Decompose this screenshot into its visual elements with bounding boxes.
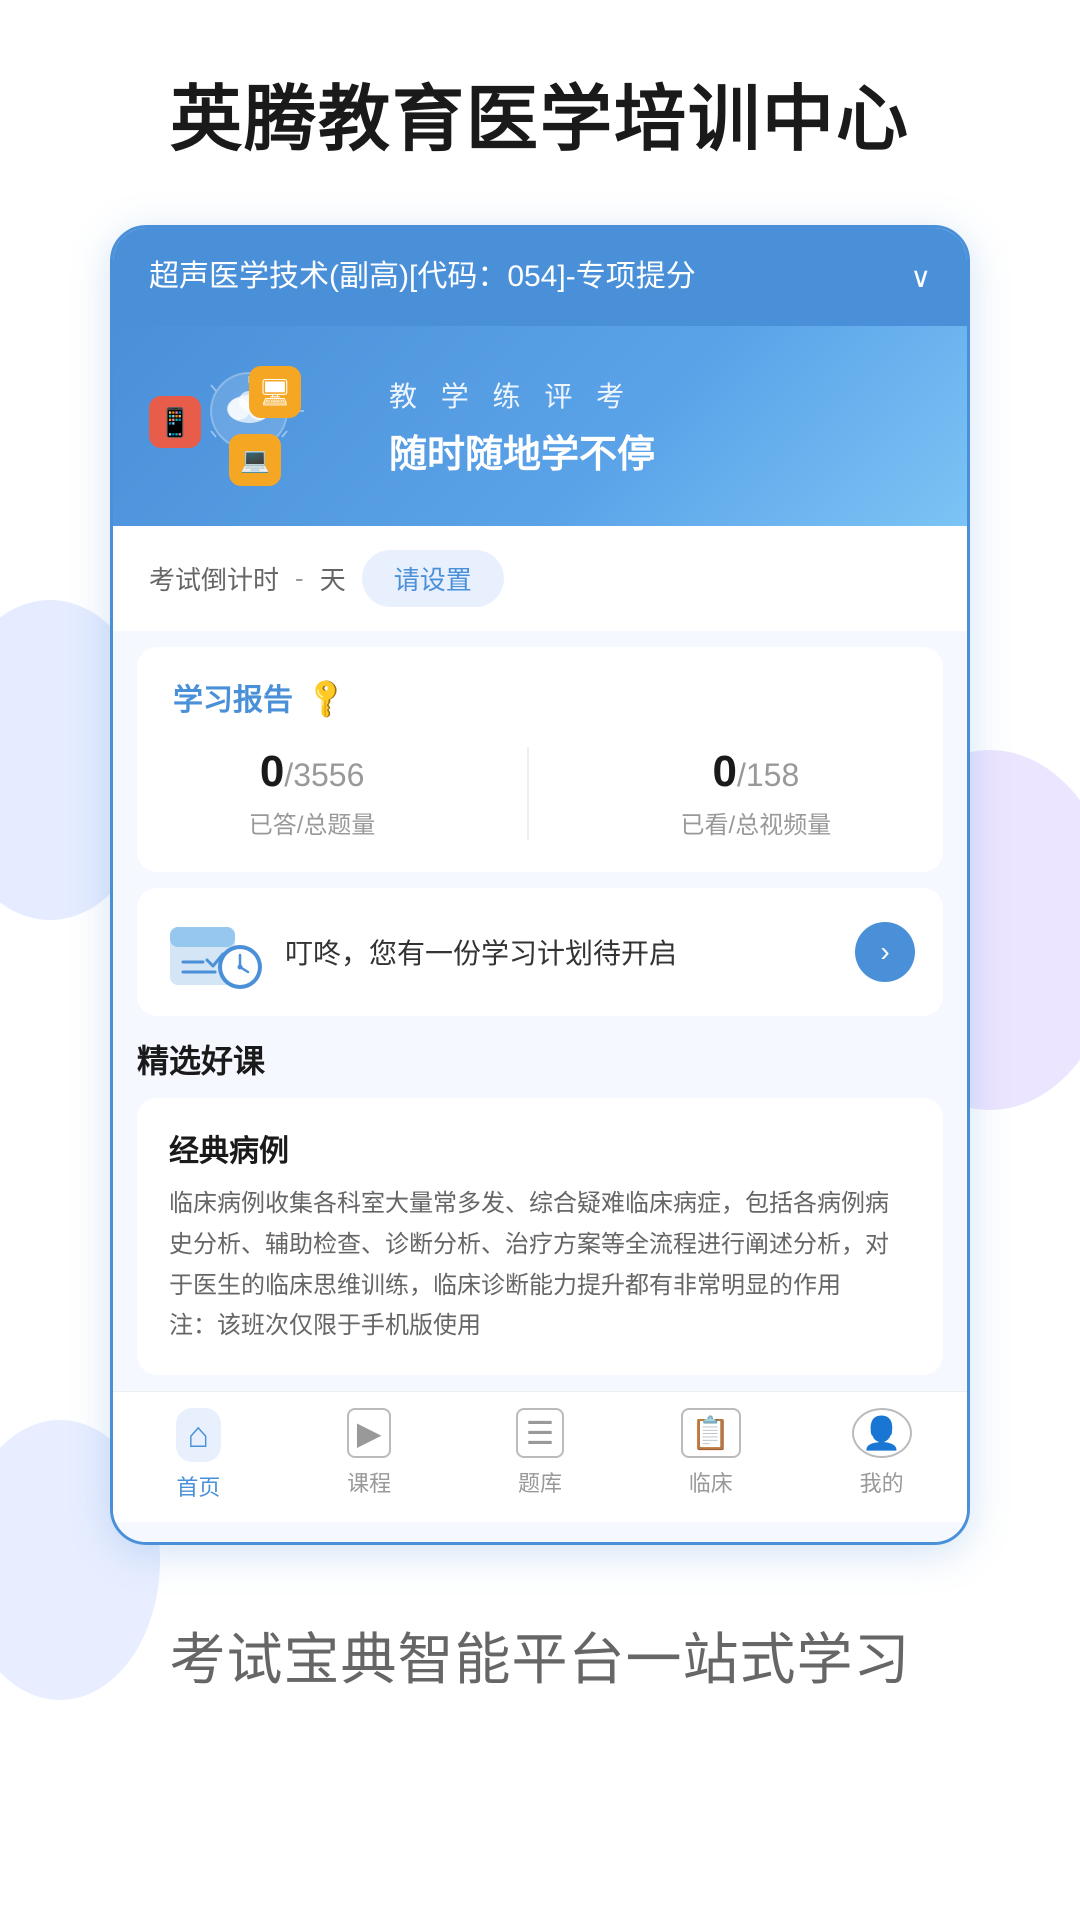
plan-icon-area [165, 912, 265, 992]
bottom-nav: ⌂ 首页 ▶ 课程 ☰ 题库 📋 临床 👤 [113, 1391, 967, 1522]
total-videos: /158 [737, 757, 799, 793]
plan-arrow-button[interactable]: › [855, 922, 915, 982]
plan-text: 叮咚，您有一份学习计划待开启 [285, 932, 835, 972]
nav-label-clinical: 临床 [689, 1466, 733, 1498]
nav-label-profile: 我的 [860, 1466, 904, 1498]
nav-label-questions: 题库 [518, 1466, 562, 1498]
banner-icons-area: 📱 🖥 💻 [149, 366, 369, 486]
nav-item-course[interactable]: ▶ 课程 [319, 1408, 419, 1502]
course-card[interactable]: 经典病例 临床病例收集各科室大量常多发、综合疑难临床病症，包括各病例病史分析、辅… [137, 1098, 943, 1375]
featured-section: 精选好课 经典病例 临床病例收集各科室大量常多发、综合疑难临床病症，包括各病例病… [137, 1036, 943, 1375]
countdown-bar: 考试倒计时 - 天 请设置 [113, 526, 967, 631]
bottom-tagline: 考试宝典智能平台一站式学习 [170, 1615, 911, 1696]
page-title: 英腾教育医学培训中心 [170, 60, 910, 165]
banner-subtitle: 教 学 练 评 考 [389, 375, 931, 415]
answered-count: 0 [260, 747, 284, 796]
course-name: 经典病例 [169, 1126, 911, 1170]
study-plan-card[interactable]: 叮咚，您有一份学习计划待开启 › [137, 888, 943, 1016]
total-questions: /3556 [284, 757, 364, 793]
app-content: 考试倒计时 - 天 请设置 学习报告 🔑 0/3556 已答/总 [113, 526, 967, 1542]
watched-count: 0 [712, 747, 736, 796]
featured-title: 精选好课 [137, 1036, 943, 1082]
stat-divider [527, 747, 529, 840]
banner-icon-laptop: 💻 [229, 434, 281, 486]
countdown-tian: 天 [320, 560, 346, 597]
list-icon: ☰ [516, 1408, 565, 1458]
videos-label: 已看/总视频量 [681, 805, 832, 840]
nav-item-clinical[interactable]: 📋 临床 [661, 1408, 761, 1502]
nav-item-profile[interactable]: 👤 我的 [832, 1408, 932, 1502]
questions-label: 已答/总题量 [249, 805, 376, 840]
app-banner: 📱 🖥 💻 教 学 练 评 考 随时随地学不停 [113, 326, 967, 526]
home-icon: ⌂ [188, 1414, 210, 1455]
banner-icon-tablet: 📱 [149, 396, 201, 448]
banner-icon-monitor: 🖥 [249, 366, 301, 418]
calendar-clock-icon [165, 912, 265, 992]
play-icon: ▶ [347, 1408, 392, 1458]
study-report-title: 学习报告 [173, 675, 293, 719]
nav-item-home[interactable]: ⌂ 首页 [148, 1408, 248, 1502]
chevron-down-icon: ∨ [911, 261, 932, 294]
phone-mockup: 超声医学技术(副高)[代码：054]-专项提分 ∨ [110, 225, 970, 1545]
user-icon: 👤 [852, 1408, 912, 1458]
course-description: 临床病例收集各科室大量常多发、综合疑难临床病症，包括各病例病史分析、辅助检查、诊… [169, 1184, 911, 1347]
study-report-card: 学习报告 🔑 0/3556 已答/总题量 0/158 [137, 647, 943, 872]
banner-text-area: 教 学 练 评 考 随时随地学不停 [389, 375, 931, 478]
clipboard-icon: 📋 [681, 1408, 741, 1458]
home-icon-bg: ⌂ [176, 1408, 222, 1462]
key-icon: 🔑 [302, 673, 350, 721]
study-report-header: 学习报告 🔑 [173, 675, 907, 719]
app-header-title: 超声医学技术(副高)[代码：054]-专项提分 [149, 256, 895, 298]
countdown-set-button[interactable]: 请设置 [362, 550, 504, 607]
videos-stat: 0/158 已看/总视频量 [681, 747, 832, 840]
app-header[interactable]: 超声医学技术(副高)[代码：054]-专项提分 ∨ [113, 228, 967, 326]
countdown-label: 考试倒计时 [149, 560, 279, 597]
nav-item-questions[interactable]: ☰ 题库 [490, 1408, 590, 1502]
banner-title: 随时随地学不停 [389, 423, 931, 478]
countdown-dash: - [295, 563, 304, 594]
study-stats: 0/3556 已答/总题量 0/158 已看/总视频量 [173, 747, 907, 840]
nav-label-course: 课程 [347, 1466, 391, 1498]
questions-stat: 0/3556 已答/总题量 [249, 747, 376, 840]
nav-label-home: 首页 [176, 1470, 220, 1502]
